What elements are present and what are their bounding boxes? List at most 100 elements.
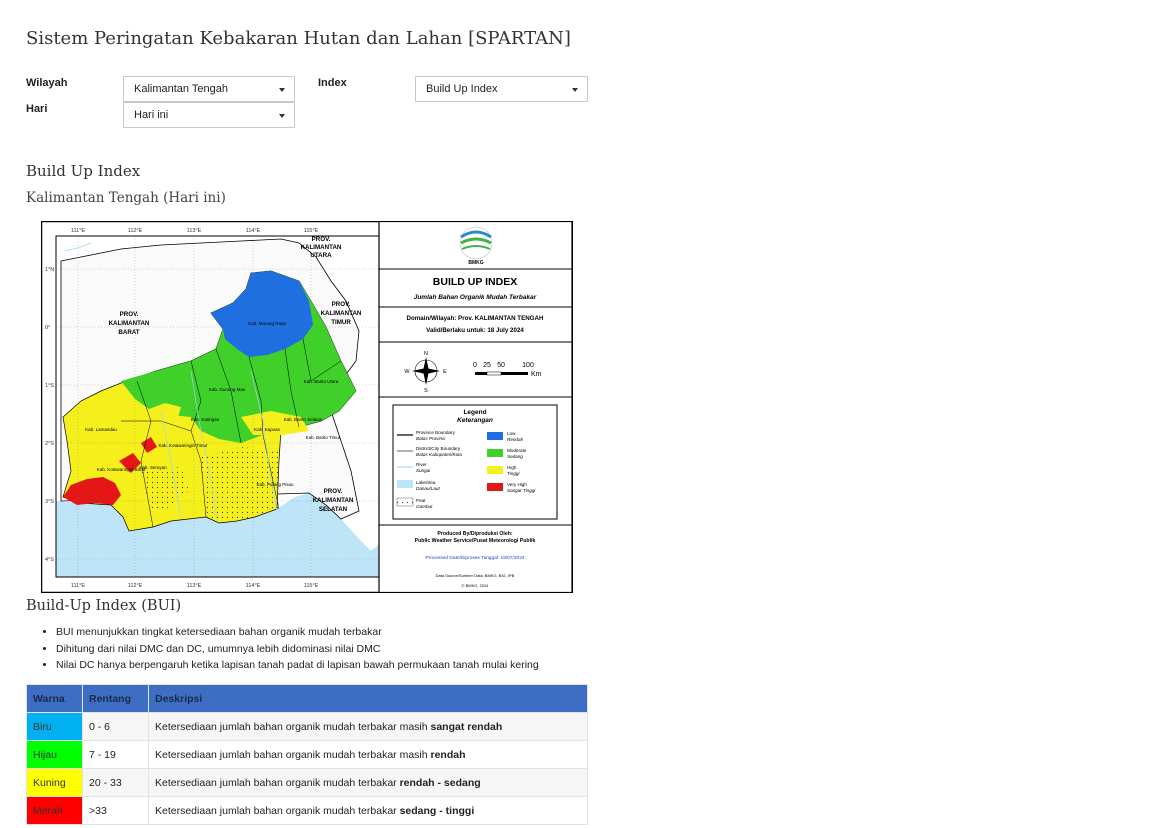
district-label: Kab. Murung Raya — [248, 321, 286, 326]
bui-class-table: Warna Rentang Deskripsi Biru 0 - 6 Keterse… — [26, 684, 588, 825]
legend-line-id: Gambut — [416, 504, 433, 509]
index-select-value: Build Up Index — [426, 83, 498, 95]
lat-tick-label: 0° — [45, 325, 50, 331]
scale-label: 100 — [522, 362, 534, 369]
scale-label: 25 — [483, 362, 491, 369]
legend-class-id: Rendah — [507, 437, 524, 442]
legend-swatch — [487, 466, 503, 474]
compass-e: E — [443, 369, 447, 375]
processed-date: Processed Date/Diproses Tanggal: 18/07/2… — [425, 555, 524, 561]
label-kalbar-2: KALIMANTAN — [109, 320, 150, 327]
page-title: Sistem Peringatan Kebakaran Hutan dan La… — [26, 28, 571, 49]
district-label: Kab. Kapuas — [254, 427, 281, 432]
description-emphasis: rendah - sedang — [399, 776, 481, 789]
lat-tick-label: 2°S — [45, 441, 54, 447]
label-kalsel-2: KALIMANTAN — [313, 497, 354, 504]
producer: Public Weather Service/Pusat Meteorologi… — [415, 538, 536, 544]
map-legend: Legend Keterangan Province Boundary Bata… — [392, 404, 558, 520]
table-row: Hijau 7 - 19 Ketersediaan jumlah bahan org… — [26, 740, 588, 769]
description-text: Ketersediaan jumlah bahan organik mudah … — [155, 776, 400, 789]
lat-tick-label: 4°S — [45, 557, 54, 563]
legend-line-id: Danau/Laut — [416, 486, 440, 491]
color-cell: Merah — [26, 796, 83, 825]
label-kalsel-1: PROV. — [324, 488, 343, 495]
compass-w: W — [404, 369, 410, 375]
lon-tick-label: 112°E — [128, 583, 143, 589]
legend-class-id: Sedang — [507, 454, 523, 459]
table-header-row: Warna Rentang Deskripsi — [26, 684, 588, 713]
table-row: Kuning 20 - 33 Ketersediaan jumlah bahan o… — [26, 768, 588, 797]
legend-line-en: Lake/Sea — [416, 480, 436, 485]
legend-line-en: River — [416, 462, 427, 467]
map-valid: Valid/Berlaku untuk: 18 July 2024 — [426, 327, 524, 334]
copyright: © BMKG, 2024 — [462, 583, 490, 588]
district-label: Kab. Gunung Mas — [209, 387, 246, 392]
scale-label: 0 — [473, 362, 477, 369]
scale-unit: Km — [531, 371, 542, 378]
wilayah-label: Wilayah — [26, 77, 68, 89]
district-label: Kab. Kotawaringin Timur — [158, 443, 208, 448]
label-kalbar-3: BARAT — [118, 329, 139, 336]
description-text: Ketersediaan jumlah bahan organik mudah … — [155, 748, 431, 761]
build-up-index-map: PROV. KALIMANTAN UTARA PROV. KALIMANTAN … — [41, 221, 573, 593]
description-cell: Ketersediaan jumlah bahan organik mudah … — [148, 740, 588, 769]
wilayah-select[interactable]: Kalimantan Tengah — [123, 76, 295, 102]
column-header-rentang: Rentang — [82, 684, 149, 713]
label-kalbar-1: PROV. — [120, 311, 139, 318]
column-header-deskripsi: Deskripsi — [148, 684, 588, 713]
hari-select-value: Hari ini — [134, 109, 169, 121]
info-bullet: BUI menunjukkan tingkat ketersediaan bah… — [56, 624, 539, 641]
legend-subtitle: Keterangan — [457, 417, 493, 424]
lon-tick-label: 114°E — [246, 228, 261, 234]
description-text: Ketersediaan jumlah bahan organik mudah … — [155, 720, 431, 733]
label-kaltim-3: TIMUR — [331, 319, 351, 326]
compass-n: N — [424, 351, 428, 357]
district-label: Kab. Barito Selatan — [284, 417, 323, 422]
hari-select[interactable]: Hari ini — [123, 102, 295, 128]
range-cell: 0 - 6 — [82, 712, 149, 741]
district-label: Kab. Pulang Pisau — [256, 482, 294, 487]
column-header-warna: Warna — [26, 684, 83, 713]
legend-class-en: Very High — [507, 482, 527, 487]
color-cell: Kuning — [26, 768, 83, 797]
legend-swatch — [487, 483, 503, 491]
data-source: Data Source/Sumber Data: BMKG, BIG, IPB — [436, 573, 515, 578]
label-kalsel-3: SELATAN — [319, 506, 348, 513]
legend-line-en: District/City Boundary — [416, 446, 461, 451]
section-subtitle: Kalimantan Tengah (Hari ini) — [26, 190, 226, 206]
description-cell: Ketersediaan jumlah bahan organik mudah … — [148, 768, 588, 797]
legend-swatch — [487, 449, 503, 457]
range-cell: >33 — [82, 796, 149, 825]
info-bullet: Dihitung dari nilai DMC dan DC, umumnya … — [56, 641, 539, 658]
description-text: Ketersediaan jumlah bahan organik mudah … — [155, 804, 400, 817]
lon-tick-label: 115°E — [304, 228, 319, 234]
chevron-down-icon — [572, 88, 578, 92]
logo-text: BMKG — [468, 260, 483, 266]
lon-tick-label: 113°E — [187, 228, 202, 234]
description-cell: Ketersediaan jumlah bahan organik mudah … — [148, 796, 588, 825]
legend-title: Legend — [463, 409, 486, 416]
page: Sistem Peringatan Kebakaran Hutan dan La… — [0, 0, 1152, 828]
index-select[interactable]: Build Up Index — [415, 76, 588, 102]
hari-label: Hari — [26, 103, 48, 115]
legend-line-id: Batas Provinsi — [416, 436, 446, 441]
color-cell: Biru — [26, 712, 83, 741]
label-kaltara-2: KALIMANTAN — [301, 244, 342, 251]
chevron-down-icon — [279, 88, 285, 92]
lon-tick-label: 114°E — [246, 583, 261, 589]
district-label: Kab. Lamandau — [85, 427, 117, 432]
map-domain: Domain/Wilayah: Prov. KALIMANTAN TENGAH — [407, 315, 544, 322]
legend-class-en: Moderate — [507, 448, 527, 453]
legend-class-en: Low — [507, 431, 516, 436]
compass-s: S — [424, 388, 428, 394]
table-row: Merah >33 Ketersediaan jumlah bahan organi… — [26, 796, 588, 825]
color-cell: Hijau — [26, 740, 83, 769]
lon-tick-label: 115°E — [304, 583, 319, 589]
map-subheader: Jumlah Bahan Organik Mudah Terbakar — [414, 294, 537, 301]
lon-tick-label: 111°E — [71, 583, 86, 589]
lon-tick-label: 113°E — [187, 583, 202, 589]
description-emphasis: sangat rendah — [430, 720, 503, 733]
lat-tick-label: 1°N — [45, 267, 54, 273]
district-label: Kab. Barito Utara — [304, 379, 339, 384]
label-kaltara-3: UTARA — [310, 252, 332, 259]
